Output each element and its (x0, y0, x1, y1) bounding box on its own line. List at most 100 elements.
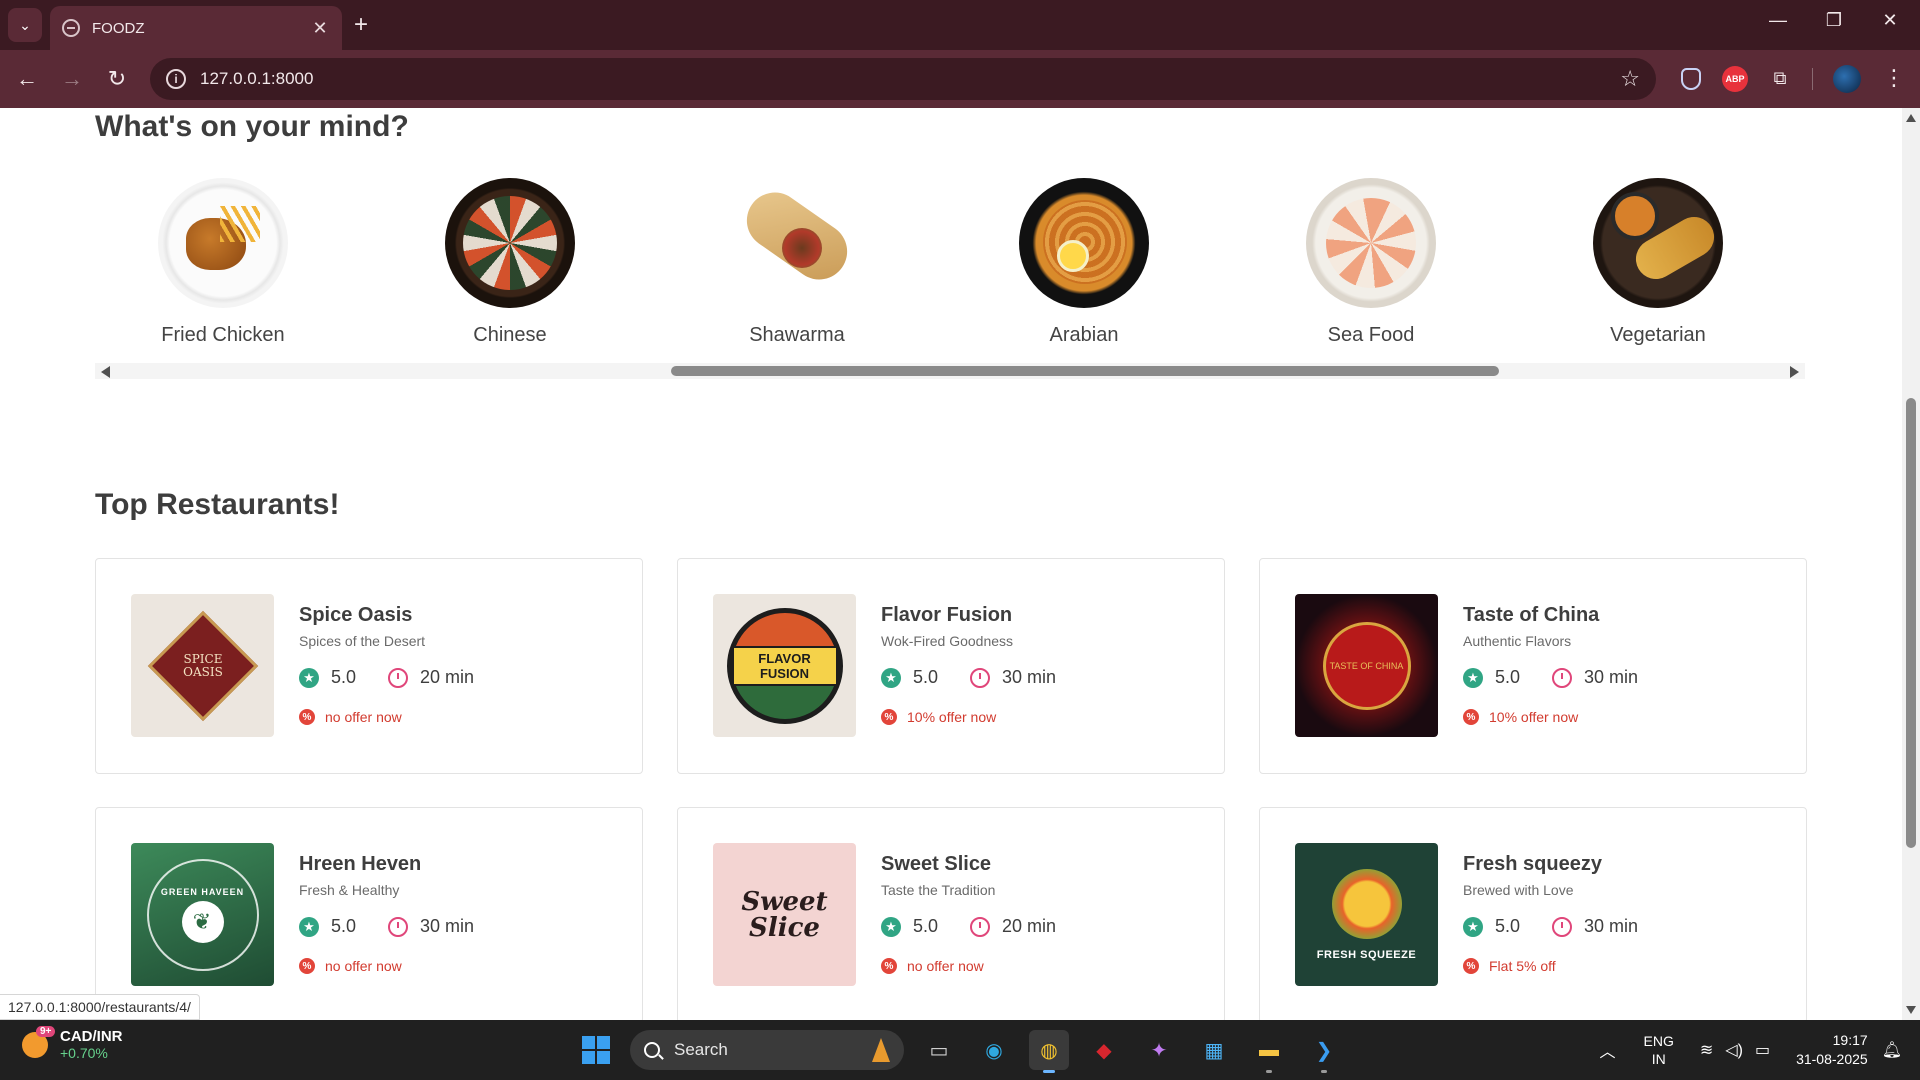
mcafee-icon[interactable]: ◆ (1084, 1030, 1124, 1070)
adblock-extension-icon[interactable]: ABP (1722, 66, 1748, 92)
category-chinese[interactable]: Chinese (420, 178, 600, 347)
category-shawarma[interactable]: Shawarma (707, 178, 887, 347)
category-vegetarian[interactable]: Vegetarian (1568, 178, 1748, 347)
category-sea-food[interactable]: Sea Food (1281, 178, 1461, 347)
ticker-change: +0.70% (60, 1045, 108, 1061)
delivery-time: 30 min (1584, 667, 1639, 687)
rating-value: 5.0 (913, 667, 939, 687)
weather-icon: 9+ (22, 1025, 56, 1058)
restaurant-card-flavor-fusion[interactable]: FLAVOR FUSION Flavor Fusion Wok-Fired Go… (677, 558, 1225, 774)
browser-tab-bar: ⌄ FOODZ ✕ + — ❐ ✕ (0, 0, 1920, 50)
restore-button[interactable]: ❐ (1814, 10, 1854, 31)
system-clock[interactable]: 19:17 31-08-2025 (1796, 1031, 1868, 1069)
scroll-up-arrow-icon[interactable] (1906, 114, 1916, 122)
forward-arrow-icon[interactable]: → (57, 64, 87, 94)
horizontal-scroll-thumb[interactable] (671, 366, 1499, 376)
notification-bell-icon[interactable]: 🔔︎ (1882, 1040, 1902, 1060)
delivery-time: 30 min (1584, 916, 1639, 936)
vscode-icon[interactable]: ❯ (1304, 1030, 1344, 1073)
edge-browser-icon[interactable]: ◉ (974, 1030, 1014, 1070)
restaurant-card-sweet-slice[interactable]: Sweet Slice Sweet Slice Taste the Tradit… (677, 807, 1225, 1020)
toolbar-divider (1812, 68, 1813, 90)
restaurant-tagline: Taste the Tradition (881, 882, 996, 898)
microsoft-store-icon[interactable]: ▦ (1194, 1030, 1234, 1070)
os-taskbar: 9+ CAD/INR +0.70% Search ▭ ◉ ◍ ◆ ✦ ▦ ▬ ❯… (0, 1020, 1920, 1080)
link-status-bubble: 127.0.0.1:8000/restaurants/4/ (0, 994, 200, 1020)
widgets-ticker[interactable]: 9+ CAD/INR +0.70% (22, 1025, 123, 1061)
restaurant-logo: Sweet Slice (713, 843, 856, 986)
discount-icon: % (299, 709, 315, 725)
rating-value: 5.0 (913, 916, 939, 936)
extensions-puzzle-icon[interactable]: ⧉ (1766, 64, 1794, 92)
windows-start-icon[interactable] (582, 1036, 610, 1064)
restaurant-card-spice-oasis[interactable]: SPICE OASIS Spice Oasis Spices of the De… (95, 558, 643, 774)
category-arabian[interactable]: Arabian (994, 178, 1174, 347)
page-vertical-scrollbar[interactable] (1902, 108, 1920, 1020)
restaurant-card-fresh-squeezy[interactable]: FRESH SQUEEZE Fresh squeezy Brewed with … (1259, 807, 1807, 1020)
wifi-icon[interactable]: ≋ (1700, 1040, 1713, 1060)
minimize-button[interactable]: — (1758, 10, 1798, 31)
vertical-scroll-thumb[interactable] (1906, 398, 1916, 848)
restaurant-card-taste-of-china[interactable]: TASTE OF CHINA Taste of China Authentic … (1259, 558, 1807, 774)
logo-text: FLAVOR FUSION (731, 645, 838, 686)
new-tab-button[interactable]: + (354, 12, 368, 38)
seafood-platter-image (1306, 178, 1436, 308)
clock-time: 19:17 (1832, 1032, 1868, 1048)
page-content: What's on your mind? Fried Chicken Chine… (0, 108, 1902, 1020)
taskbar-search[interactable]: Search (630, 1030, 904, 1070)
bookmark-star-icon[interactable]: ☆ (1620, 66, 1640, 92)
category-horizontal-scrollbar[interactable] (95, 363, 1805, 379)
scroll-left-arrow-icon[interactable] (101, 366, 110, 378)
restaurant-card-hreen-heven[interactable]: GREEN HAVEEN ❦ Hreen Heven Fresh & Healt… (95, 807, 643, 1020)
restaurant-name: Flavor Fusion (881, 604, 1013, 626)
star-icon: ★ (299, 667, 319, 688)
delivery-time: 30 min (1002, 667, 1057, 687)
logo-text: SPICE OASIS (182, 651, 223, 679)
task-view-icon[interactable]: ▭ (919, 1030, 959, 1070)
scroll-down-arrow-icon[interactable] (1906, 1006, 1916, 1014)
globe-icon (62, 19, 80, 37)
close-tab-icon[interactable]: ✕ (310, 18, 330, 39)
browser-tab-active[interactable]: FOODZ ✕ (50, 6, 342, 50)
chrome-browser-icon[interactable]: ◍ (1029, 1030, 1069, 1073)
close-window-button[interactable]: ✕ (1870, 10, 1910, 31)
show-hidden-icons-chevron-icon[interactable]: ︿ (1600, 1038, 1616, 1062)
discount-icon: % (881, 709, 897, 725)
arabian-rice-image (1019, 178, 1149, 308)
offer-text: 10% offer now (907, 709, 997, 725)
tab-search-chevron-icon[interactable]: ⌄ (8, 8, 42, 42)
input-language[interactable]: ENG IN (1644, 1032, 1674, 1068)
back-arrow-icon[interactable]: ← (12, 64, 42, 94)
browser-menu-icon[interactable]: ⋮ (1880, 64, 1908, 92)
category-label: Shawarma (749, 324, 845, 346)
file-explorer-icon[interactable]: ▬ (1249, 1030, 1289, 1073)
notification-badge: 9+ (36, 1025, 56, 1037)
leaf-icon: ❦ (181, 900, 224, 943)
clock-icon (388, 667, 409, 688)
restaurant-tagline: Fresh & Healthy (299, 882, 400, 898)
search-placeholder: Search (674, 1040, 728, 1059)
star-icon: ★ (881, 667, 901, 688)
fried-chicken-image (158, 178, 288, 308)
restaurant-name: Taste of China (1463, 604, 1600, 626)
restaurant-name: Hreen Heven (299, 853, 422, 875)
copilot-icon[interactable]: ✦ (1139, 1030, 1179, 1070)
shield-extension-icon[interactable] (1681, 68, 1701, 90)
restaurant-tagline: Authentic Flavors (1463, 633, 1572, 649)
reload-icon[interactable]: ↻ (102, 64, 132, 94)
url-text[interactable]: 127.0.0.1:8000 (200, 69, 1620, 89)
category-fried-chicken[interactable]: Fried Chicken (133, 178, 313, 347)
profile-avatar[interactable] (1833, 65, 1861, 93)
volume-icon[interactable]: ◁) (1725, 1040, 1743, 1060)
category-carousel: Fried Chicken Chinese Shawarma Arabian S… (95, 178, 1805, 346)
logo-text: FRESH SQUEEZE (1316, 948, 1417, 961)
delivery-time: 30 min (420, 916, 475, 936)
scroll-right-arrow-icon[interactable] (1790, 366, 1799, 378)
battery-icon[interactable]: ▭ (1755, 1040, 1770, 1060)
category-label: Chinese (473, 324, 547, 346)
site-info-icon[interactable]: i (166, 69, 186, 89)
restaurant-logo: SPICE OASIS (131, 594, 274, 737)
address-bar[interactable]: i 127.0.0.1:8000 ☆ (150, 58, 1656, 100)
star-icon: ★ (881, 916, 901, 937)
rating-value: 5.0 (1495, 667, 1521, 687)
